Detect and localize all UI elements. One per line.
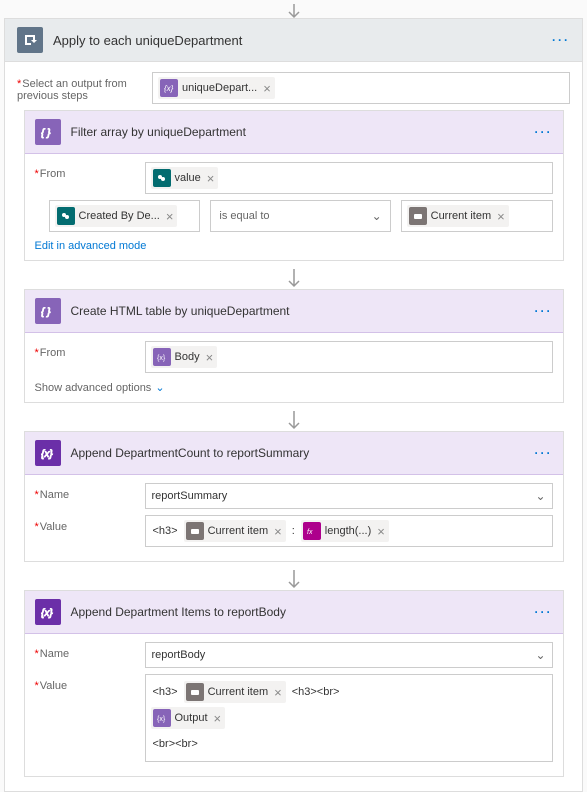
name-select[interactable]: reportSummary ⌄ <box>145 483 553 509</box>
from-label: From <box>35 162 145 180</box>
value-token[interactable]: value × <box>151 167 219 189</box>
append-items-menu[interactable]: ··· <box>535 605 553 619</box>
current-item-token[interactable]: Current item × <box>184 681 286 703</box>
main-menu[interactable]: ··· <box>552 33 570 47</box>
sharepoint-icon <box>153 169 171 187</box>
loop-item-icon <box>186 522 204 540</box>
variable-action-icon: {x} <box>35 440 61 466</box>
loop-item-icon <box>186 683 204 701</box>
value-label: Value <box>35 515 145 533</box>
remove-token-icon[interactable]: × <box>166 210 174 223</box>
edit-advanced-link[interactable]: Edit in advanced mode <box>35 240 553 252</box>
filter-op-select[interactable]: is equal to ⌄ <box>210 200 390 232</box>
length-fx-token[interactable]: fx length(...) × <box>301 520 389 542</box>
remove-token-icon[interactable]: × <box>206 351 214 364</box>
connector-arrow <box>17 403 570 431</box>
filter-left-input[interactable]: Created By De... × <box>49 200 201 232</box>
remove-token-icon[interactable]: × <box>377 525 385 538</box>
filter-array-header[interactable]: { } Filter array by uniqueDepartment ··· <box>25 111 563 154</box>
from-input[interactable]: value × <box>145 162 553 194</box>
remove-token-icon[interactable]: × <box>274 525 282 538</box>
append-count-menu[interactable]: ··· <box>535 446 553 460</box>
svg-text:{x}: {x} <box>157 355 166 362</box>
svg-text:{ }: { } <box>41 307 51 318</box>
connector-arrow <box>17 261 570 289</box>
variable-icon: {x} <box>160 79 178 97</box>
data-op-icon: { } <box>35 298 61 324</box>
create-html-title: Create HTML table by uniqueDepartment <box>71 304 535 318</box>
show-advanced-link[interactable]: Show advanced options ⌄ <box>35 381 553 394</box>
append-items-header[interactable]: {x} Append Department Items to reportBod… <box>25 591 563 634</box>
remove-token-icon[interactable]: × <box>263 82 271 95</box>
append-items-card: {x} Append Department Items to reportBod… <box>24 590 564 777</box>
chevron-down-icon: ⌄ <box>535 489 545 503</box>
value-label: Value <box>35 674 145 692</box>
variable-action-icon: {x} <box>35 599 61 625</box>
select-output-label: Select an output from previous steps <box>17 72 152 102</box>
sharepoint-icon <box>57 207 75 225</box>
main-header[interactable]: Apply to each uniqueDepartment ··· <box>5 19 582 62</box>
current-item-token[interactable]: Current item × <box>407 205 509 227</box>
append-items-title: Append Department Items to reportBody <box>71 605 535 619</box>
append-count-header[interactable]: {x} Append DepartmentCount to reportSumm… <box>25 432 563 475</box>
apply-to-each-container: Apply to each uniqueDepartment ··· Selec… <box>4 18 583 792</box>
svg-text:{x}: {x} <box>41 449 53 460</box>
name-label: Name <box>35 642 145 660</box>
loop-icon <box>17 27 43 53</box>
chevron-down-icon: ⌄ <box>535 648 545 662</box>
incoming-connector <box>0 0 587 18</box>
remove-token-icon[interactable]: × <box>214 712 222 725</box>
from-input[interactable]: {x} Body × <box>145 341 553 373</box>
remove-token-icon[interactable]: × <box>207 172 215 185</box>
chevron-down-icon: ⌄ <box>372 209 382 223</box>
name-label: Name <box>35 483 145 501</box>
chevron-down-icon: ⌄ <box>155 381 164 394</box>
create-html-header[interactable]: { } Create HTML table by uniqueDepartmen… <box>25 290 563 333</box>
svg-text:{ }: { } <box>41 128 51 139</box>
value-input[interactable]: <h3> Current item × : <box>145 515 553 547</box>
data-op-icon: {x} <box>153 709 171 727</box>
data-op-icon: { } <box>35 119 61 145</box>
loop-item-icon <box>409 207 427 225</box>
value-input[interactable]: <h3> Current item × <h3><br> <box>145 674 553 762</box>
svg-text:fx: fx <box>307 529 313 536</box>
created-by-token[interactable]: Created By De... × <box>55 205 178 227</box>
from-label: From <box>35 341 145 359</box>
remove-token-icon[interactable]: × <box>274 686 282 699</box>
name-select[interactable]: reportBody ⌄ <box>145 642 553 668</box>
fx-icon: fx <box>303 522 321 540</box>
connector-arrow <box>17 562 570 590</box>
svg-text:{x}: {x} <box>41 608 53 619</box>
data-op-icon: {x} <box>153 348 171 366</box>
unique-department-token[interactable]: {x} uniqueDepart... × <box>158 77 275 99</box>
svg-text:{x}: {x} <box>164 84 174 93</box>
main-title: Apply to each uniqueDepartment <box>53 33 552 48</box>
create-html-menu[interactable]: ··· <box>535 304 553 318</box>
body-token[interactable]: {x} Body × <box>151 346 218 368</box>
output-token[interactable]: {x} Output × <box>151 707 226 729</box>
select-output-row: Select an output from previous steps {x}… <box>17 72 570 104</box>
filter-array-menu[interactable]: ··· <box>535 125 553 139</box>
svg-text:{x}: {x} <box>157 716 166 723</box>
filter-array-card: { } Filter array by uniqueDepartment ···… <box>24 110 564 261</box>
append-count-title: Append DepartmentCount to reportSummary <box>71 446 535 460</box>
append-count-card: {x} Append DepartmentCount to reportSumm… <box>24 431 564 562</box>
select-output-input[interactable]: {x} uniqueDepart... × <box>152 72 570 104</box>
current-item-token[interactable]: Current item × <box>184 520 286 542</box>
remove-token-icon[interactable]: × <box>497 210 505 223</box>
create-html-card: { } Create HTML table by uniqueDepartmen… <box>24 289 564 403</box>
filter-right-input[interactable]: Current item × <box>401 200 553 232</box>
filter-array-title: Filter array by uniqueDepartment <box>71 125 535 139</box>
